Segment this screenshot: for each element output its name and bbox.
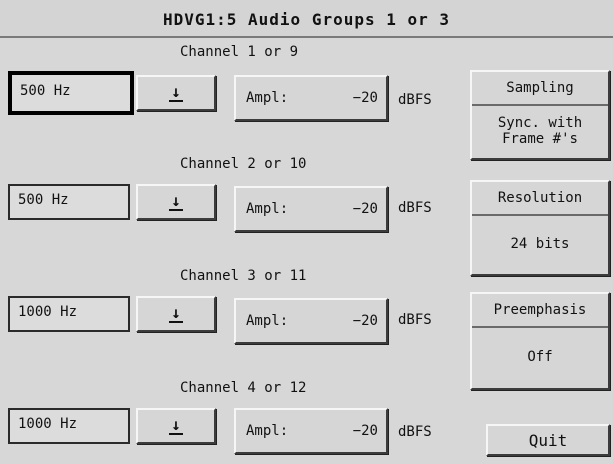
down-arrow-icon: ↓ <box>169 191 183 211</box>
channel-2-label: Channel 2 or 10 <box>180 156 307 172</box>
amplitude-value: −20 <box>352 90 378 106</box>
amplitude-label: Ampl: <box>246 313 289 329</box>
amplitude-value: −20 <box>352 423 378 439</box>
amplitude-value: −20 <box>352 313 378 329</box>
channel-2-unit: dBFS <box>398 200 432 216</box>
amplitude-value: −20 <box>352 201 378 217</box>
channel-1-frequency-field[interactable]: 500 Hz <box>8 71 134 115</box>
amplitude-label: Ampl: <box>246 90 289 106</box>
sampling-value: Sync. with Frame #'s <box>472 106 608 156</box>
resolution-label: Resolution <box>472 182 608 216</box>
preemphasis-label: Preemphasis <box>472 294 608 328</box>
quit-button[interactable]: Quit <box>486 424 610 456</box>
channel-1-label: Channel 1 or 9 <box>180 44 299 60</box>
channel-4-frequency-field[interactable]: 1000 Hz <box>8 408 130 444</box>
channel-1-frequency-dropdown-button[interactable]: ↓ <box>136 75 216 111</box>
channel-4-label: Channel 4 or 12 <box>180 380 307 396</box>
sampling-button[interactable]: Sampling Sync. with Frame #'s <box>470 70 610 160</box>
down-arrow-icon: ↓ <box>169 415 183 435</box>
channel-3-unit: dBFS <box>398 312 432 328</box>
preemphasis-button[interactable]: Preemphasis Off <box>470 292 610 390</box>
window-title: HDVG1:5 Audio Groups 1 or 3 <box>162 9 451 29</box>
channel-2-amplitude-button[interactable]: Ampl: −20 <box>234 186 388 232</box>
channel-4-unit: dBFS <box>398 424 432 440</box>
sampling-value-line-2: Frame #'s <box>502 131 578 147</box>
amplitude-label: Ampl: <box>246 423 289 439</box>
channel-1-amplitude-button[interactable]: Ampl: −20 <box>234 75 388 121</box>
channel-3-frequency-dropdown-button[interactable]: ↓ <box>136 296 216 332</box>
preemphasis-value: Off <box>527 349 553 365</box>
channel-2-frequency-field[interactable]: 500 Hz <box>8 184 130 220</box>
resolution-button[interactable]: Resolution 24 bits <box>470 180 610 276</box>
resolution-value: 24 bits <box>510 236 570 252</box>
down-arrow-icon: ↓ <box>169 303 183 323</box>
channel-3-label: Channel 3 or 11 <box>180 268 307 284</box>
channel-1-unit: dBFS <box>398 92 432 108</box>
sampling-value-line-1: Sync. with <box>497 115 583 131</box>
audio-groups-panel: Channel 1 or 9 500 Hz ↓ Ampl: −20 dBFS C… <box>0 40 613 464</box>
channel-3-frequency-field[interactable]: 1000 Hz <box>8 296 130 332</box>
channel-2-frequency-dropdown-button[interactable]: ↓ <box>136 184 216 220</box>
sampling-label: Sampling <box>472 72 608 106</box>
down-arrow-icon: ↓ <box>169 82 183 102</box>
channel-4-amplitude-button[interactable]: Ampl: −20 <box>234 408 388 454</box>
amplitude-label: Ampl: <box>246 201 289 217</box>
channel-4-frequency-dropdown-button[interactable]: ↓ <box>136 408 216 444</box>
window-title-bar: HDVG1:5 Audio Groups 1 or 3 <box>0 0 613 38</box>
channel-3-amplitude-button[interactable]: Ampl: −20 <box>234 298 388 344</box>
